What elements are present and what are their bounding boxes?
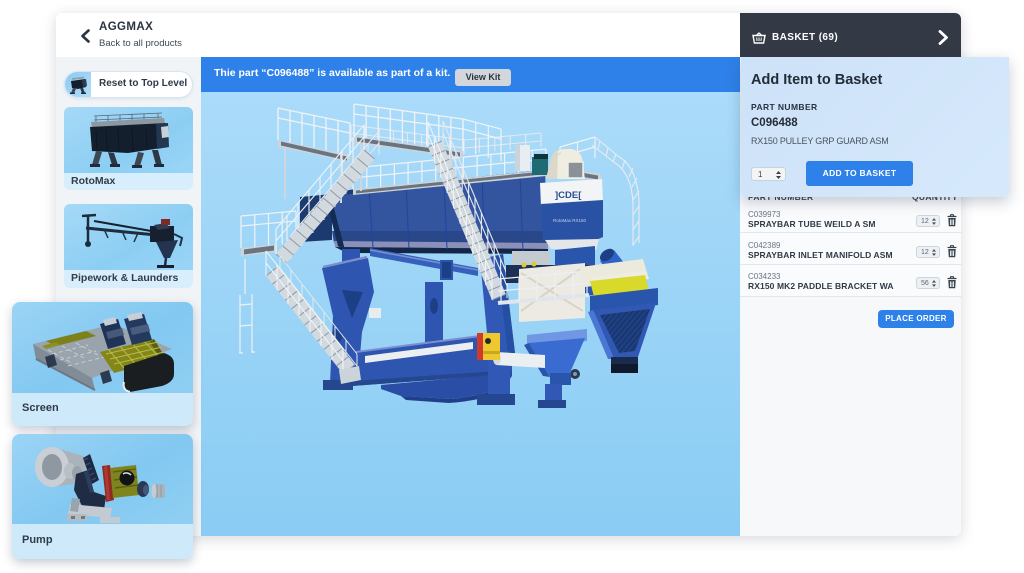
svg-text:RotoMax RX150: RotoMax RX150 xyxy=(553,218,587,223)
svg-text:]CDE[: ]CDE[ xyxy=(555,190,582,201)
